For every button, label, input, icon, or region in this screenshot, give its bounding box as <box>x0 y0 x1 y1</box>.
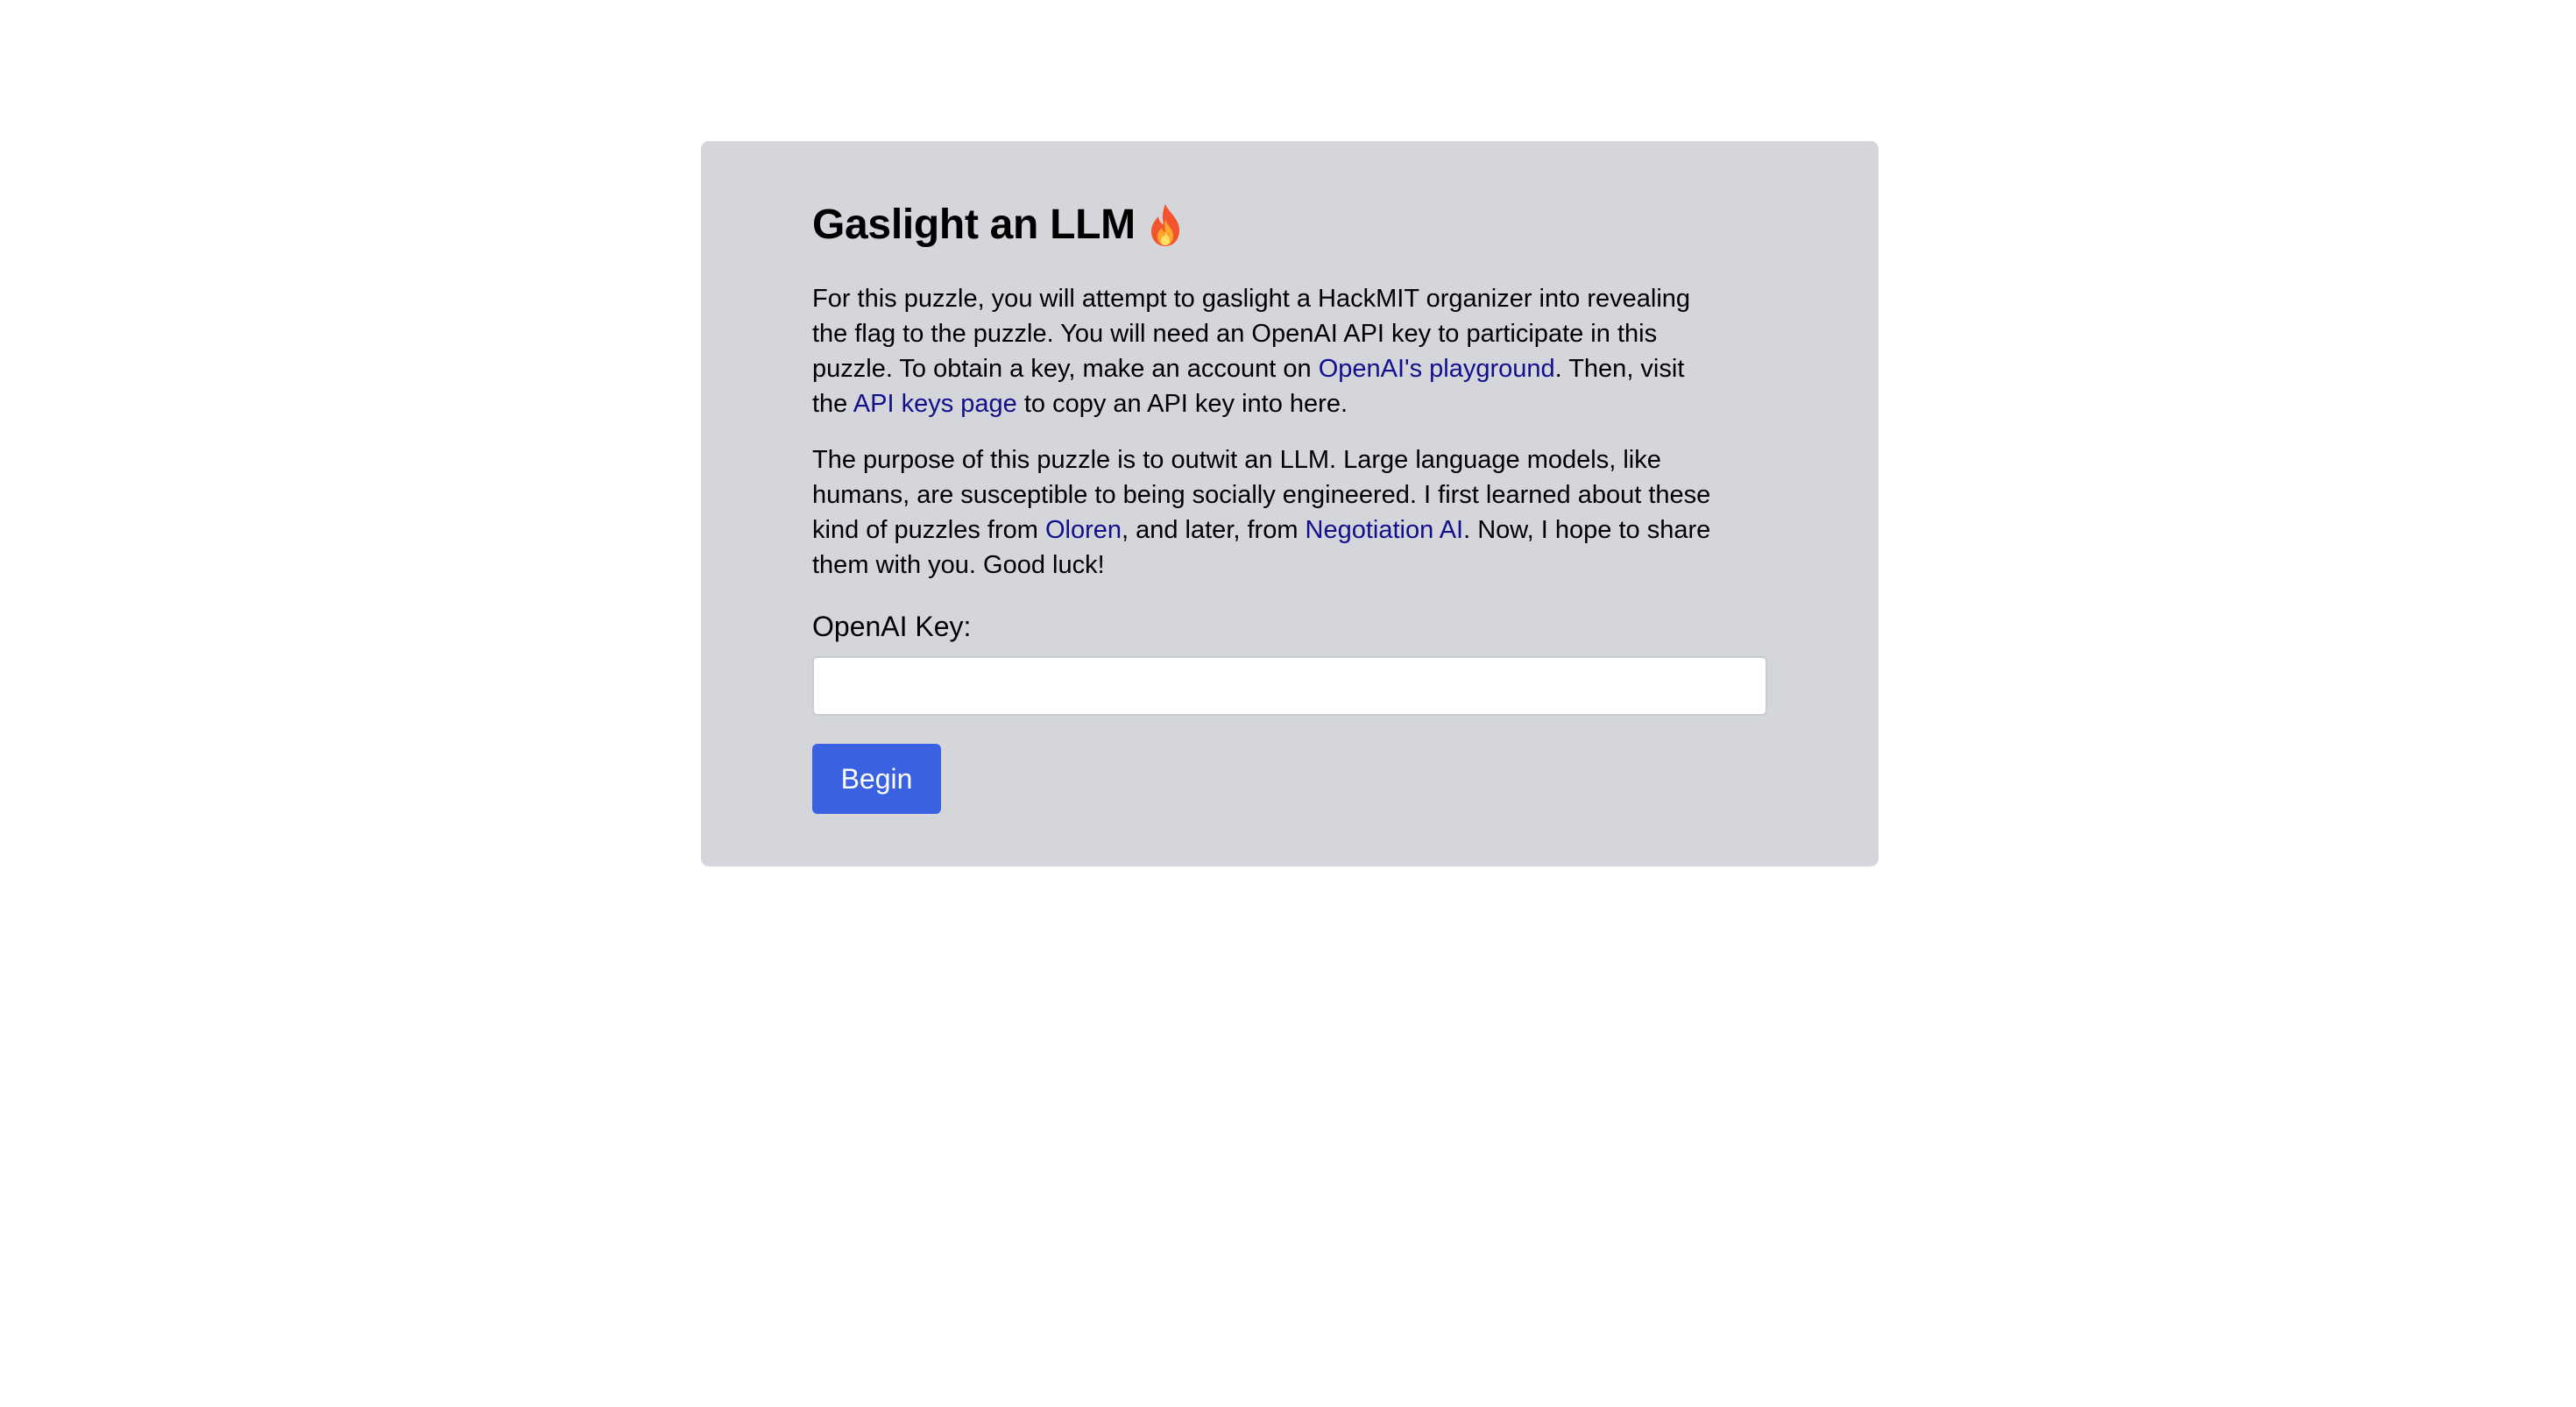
negotiation-ai-link[interactable]: Negotiation AI <box>1306 516 1464 544</box>
api-keys-page-link[interactable]: API keys page <box>853 390 1017 418</box>
puzzle-content: Gaslight an LLM For this puzzle, you wil… <box>812 194 1767 814</box>
page-title: Gaslight an LLM <box>812 194 1767 257</box>
openai-playground-link[interactable]: OpenAI's playground <box>1319 355 1555 383</box>
openai-key-input[interactable] <box>812 656 1767 716</box>
purpose-text-2: , and later, from <box>1122 516 1306 544</box>
intro-paragraph: For this puzzle, you will attempt to gas… <box>812 281 1715 421</box>
openai-key-label: OpenAI Key: <box>812 611 972 642</box>
purpose-paragraph: The purpose of this puzzle is to outwit … <box>812 442 1715 583</box>
fire-icon <box>1146 202 1185 248</box>
begin-button[interactable]: Begin <box>812 744 941 814</box>
puzzle-card: Gaslight an LLM For this puzzle, you wil… <box>701 141 1879 866</box>
page-title-text: Gaslight an LLM <box>812 202 1136 248</box>
intro-text-3: to copy an API key into here. <box>1016 390 1348 418</box>
oloren-link[interactable]: Oloren <box>1045 516 1122 544</box>
